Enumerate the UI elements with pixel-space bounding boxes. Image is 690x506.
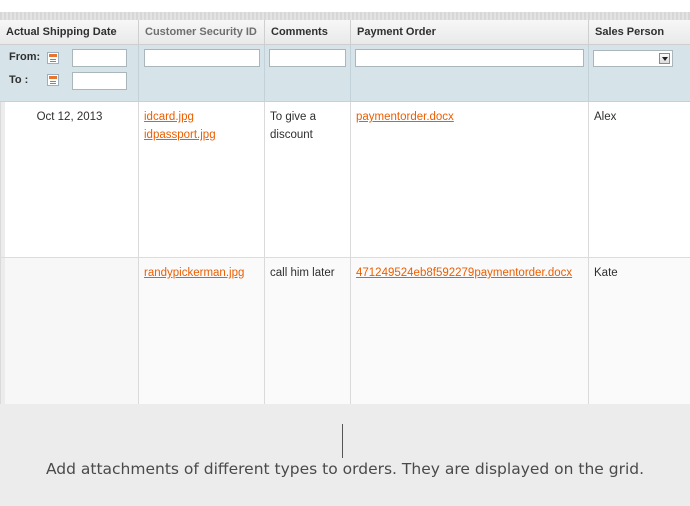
sales-person-value: Kate [594, 267, 618, 279]
comment-text: call him later [270, 267, 335, 279]
grid-header-row: Actual Shipping Date Customer Security I… [0, 20, 690, 45]
col-header-comments[interactable]: Comments [265, 20, 351, 44]
attachment-link[interactable]: paymentorder.docx [356, 108, 583, 126]
cell-actual-shipping-date: Oct 12, 2013 [0, 102, 139, 257]
caption-panel: Add attachments of different types to or… [0, 404, 690, 506]
customer-security-id-filter-input[interactable] [144, 49, 260, 67]
table-row[interactable]: Oct 12, 2013 idcard.jpg idpassport.jpg T… [0, 102, 690, 258]
comment-text: To give a discount [270, 111, 317, 141]
filter-comments [265, 45, 351, 101]
sales-person-filter-select[interactable] [593, 50, 673, 67]
grid-top-border [0, 12, 690, 20]
attachment-link[interactable]: idpassport.jpg [144, 126, 259, 144]
attachment-link[interactable]: 471249524eb8f592279paymentorder.docx [356, 264, 583, 282]
col-header-sales-person[interactable]: Sales Person [589, 20, 690, 44]
grid-filter-row: From: To : [0, 45, 690, 102]
attachment-link[interactable]: idcard.jpg [144, 108, 259, 126]
callout-line [342, 424, 343, 458]
from-label: From: [9, 51, 41, 63]
col-header-actual-shipping-date[interactable]: Actual Shipping Date [0, 20, 139, 44]
col-header-payment-order[interactable]: Payment Order [351, 20, 589, 44]
calendar-icon[interactable] [47, 52, 59, 64]
cell-sales-person: Alex [589, 102, 690, 257]
cell-customer-security-id: randypickerman.jpg [139, 258, 265, 404]
cell-comments: call him later [265, 258, 351, 404]
cell-payment-order: 471249524eb8f592279paymentorder.docx [351, 258, 589, 404]
col-header-customer-security-id[interactable]: Customer Security ID [139, 20, 265, 44]
cell-actual-shipping-date [0, 258, 139, 404]
sales-person-value: Alex [594, 111, 617, 123]
chevron-down-icon[interactable] [659, 53, 670, 64]
cell-comments: To give a discount [265, 102, 351, 257]
top-spacer [0, 0, 690, 12]
date-to-input[interactable] [72, 72, 127, 90]
actual-shipping-date-value: Oct 12, 2013 [36, 111, 103, 123]
payment-order-filter-input[interactable] [355, 49, 584, 67]
date-from-input[interactable] [72, 49, 127, 67]
table-row[interactable]: randypickerman.jpg call him later 471249… [0, 258, 690, 405]
cell-customer-security-id: idcard.jpg idpassport.jpg [139, 102, 265, 257]
orders-grid: Actual Shipping Date Customer Security I… [0, 20, 690, 405]
cell-sales-person: Kate [589, 258, 690, 404]
filter-actual-shipping-date: From: To : [0, 45, 139, 101]
calendar-icon[interactable] [47, 74, 59, 86]
to-label: To : [9, 74, 29, 86]
cell-payment-order: paymentorder.docx [351, 102, 589, 257]
attachment-link[interactable]: randypickerman.jpg [144, 264, 259, 282]
filter-payment-order [351, 45, 589, 101]
filter-customer-security-id [139, 45, 265, 101]
comments-filter-input[interactable] [269, 49, 346, 67]
filter-sales-person [589, 45, 690, 101]
caption-text: Add attachments of different types to or… [45, 460, 645, 478]
